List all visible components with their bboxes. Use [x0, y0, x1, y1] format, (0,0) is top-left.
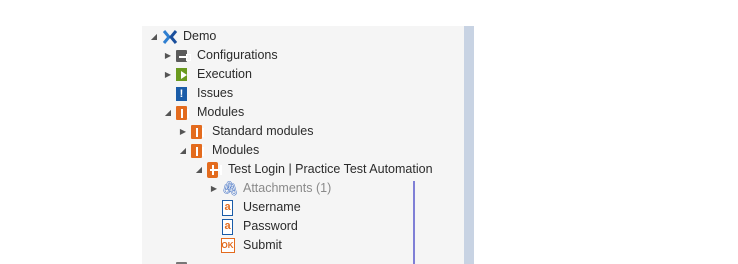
textbox-attribute-icon: a [222, 218, 233, 235]
tree-item-label: Standard modules [212, 124, 314, 138]
collapse-arrow-icon[interactable]: ◢ [193, 160, 205, 179]
expand-arrow-icon[interactable]: ▶ [162, 65, 174, 84]
module-folder-icon [191, 143, 204, 158]
tree-item-label: Modules [197, 105, 245, 119]
tree-item-cutoff: ▶ [162, 258, 197, 264]
tree-item-label: Demo [183, 29, 217, 43]
tree-item-modules[interactable]: ◢ Modules [162, 103, 244, 122]
tree-item-demo[interactable]: ◢ Demo [148, 27, 216, 46]
configuration-folder-icon [176, 49, 191, 62]
tree-item-submit[interactable]: OK Submit [208, 236, 282, 255]
tree-item-label: Username [243, 200, 301, 214]
expand-arrow-icon: ▶ [162, 258, 174, 264]
tree-item-configurations[interactable]: ▶ Configurations [162, 46, 278, 65]
project-tree-panel: ◢ Demo ▶ Configurations ▶ Execution ! Is… [142, 26, 464, 264]
expand-arrow-icon[interactable]: ▶ [208, 179, 220, 198]
collapse-arrow-icon[interactable]: ◢ [148, 27, 160, 46]
tree-item-modules-folder[interactable]: ◢ Modules [177, 141, 259, 160]
tree-item-issues[interactable]: ! Issues [162, 84, 233, 103]
tree-item-attachments[interactable]: ▶ 🖇 Attachments (1) [208, 179, 331, 198]
tree-item-label: Modules [212, 143, 260, 157]
tree-item-label: Password [243, 219, 298, 233]
tree-item-label: Submit [243, 238, 282, 252]
paperclip-icon: 🖇 [221, 180, 239, 196]
tosca-workspace-icon [162, 29, 178, 44]
collapse-arrow-icon[interactable]: ◢ [177, 141, 189, 160]
tree-item-label: Issues [197, 86, 234, 100]
tree-item-password[interactable]: a Password [208, 217, 298, 236]
tree-item-execution[interactable]: ▶ Execution [162, 65, 252, 84]
collapse-arrow-icon[interactable]: ◢ [162, 103, 174, 122]
xmodule-icon [207, 161, 222, 178]
textbox-attribute-icon: a [222, 199, 233, 216]
tree-item-standard-modules[interactable]: ▶ Standard modules [177, 122, 313, 141]
module-folder-icon [176, 105, 189, 120]
tree-item-username[interactable]: a Username [208, 198, 301, 217]
tree-item-label: Execution [197, 67, 252, 81]
expand-arrow-icon[interactable]: ▶ [162, 46, 174, 65]
execution-folder-icon [176, 68, 187, 81]
tree-item-test-login-module[interactable]: ◢ Test Login | Practice Test Automation [193, 160, 433, 179]
module-folder-icon [191, 124, 204, 139]
issue-icon: ! [176, 86, 187, 101]
tree-item-label: Attachments (1) [243, 181, 332, 195]
button-attribute-icon: OK [220, 238, 235, 253]
expand-arrow-icon[interactable]: ▶ [177, 122, 189, 141]
panel-splitter[interactable] [464, 26, 474, 264]
tree-item-label: Configurations [197, 48, 278, 62]
tree-item-label: Test Login | Practice Test Automation [228, 162, 433, 176]
drag-guide-line [413, 181, 415, 264]
